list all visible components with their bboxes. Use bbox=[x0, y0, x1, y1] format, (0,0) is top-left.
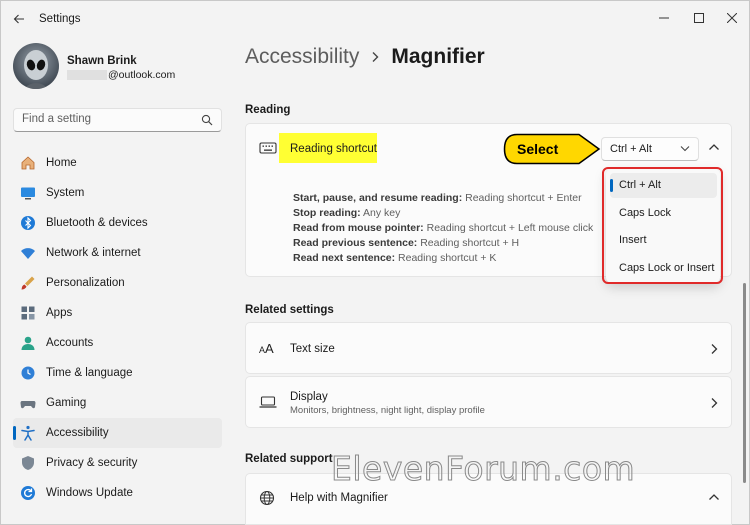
detail-line: Read previous sentence: Reading shortcut… bbox=[293, 237, 520, 249]
detail-line: Stop reading: Any key bbox=[293, 207, 401, 219]
gamepad-icon bbox=[19, 394, 37, 412]
select-callout: Select bbox=[503, 133, 601, 165]
detail-line: Read next sentence: Reading shortcut + K bbox=[293, 252, 497, 264]
close-icon bbox=[727, 13, 737, 23]
watermark: ElevenForum.com bbox=[330, 449, 636, 489]
sidebar-item-personalization[interactable]: Personalization bbox=[13, 268, 222, 298]
sidebar-item-home[interactable]: Home bbox=[13, 148, 222, 178]
sidebar-item-label: Bluetooth & devices bbox=[46, 217, 148, 229]
section-title-reading: Reading bbox=[245, 104, 291, 116]
wifi-icon bbox=[19, 244, 37, 262]
sidebar-nav: Home System Bluetooth & devices Network … bbox=[13, 148, 222, 508]
globe-clock-icon bbox=[19, 364, 37, 382]
globe-icon bbox=[259, 490, 275, 506]
chevron-up-icon[interactable] bbox=[708, 493, 720, 501]
display-card[interactable]: Display Monitors, brightness, night ligh… bbox=[245, 376, 732, 428]
chevron-right-icon bbox=[710, 343, 718, 355]
brush-icon bbox=[19, 274, 37, 292]
dropdown-value: Ctrl + Alt bbox=[610, 143, 652, 155]
menu-highlight-outline bbox=[602, 167, 723, 284]
sidebar-item-gaming[interactable]: Gaming bbox=[13, 388, 222, 418]
back-arrow-icon bbox=[13, 14, 24, 24]
person-icon bbox=[19, 334, 37, 352]
scrollbar[interactable] bbox=[743, 283, 746, 483]
minimize-icon bbox=[659, 17, 669, 19]
page-title: Magnifier bbox=[391, 45, 485, 68]
active-indicator bbox=[13, 426, 16, 440]
sidebar-item-system[interactable]: System bbox=[13, 178, 222, 208]
back-button[interactable] bbox=[9, 9, 29, 29]
update-icon bbox=[19, 484, 37, 502]
sidebar-item-label: System bbox=[46, 187, 85, 199]
maximize-icon bbox=[694, 13, 704, 23]
keyboard-icon bbox=[259, 141, 277, 155]
sidebar-item-accessibility[interactable]: Accessibility bbox=[13, 418, 222, 448]
app-title: Settings bbox=[39, 13, 81, 25]
sidebar-item-label: Windows Update bbox=[46, 487, 133, 499]
sidebar-item-label: Accessibility bbox=[46, 427, 109, 439]
avatar bbox=[13, 43, 59, 89]
chevron-up-icon[interactable] bbox=[708, 143, 720, 151]
bluetooth-icon bbox=[19, 214, 37, 232]
apps-icon bbox=[19, 304, 37, 322]
chevron-down-icon bbox=[680, 146, 690, 152]
breadcrumb: Accessibility Magnifier bbox=[245, 45, 485, 69]
section-title-related-settings: Related settings bbox=[245, 304, 334, 316]
search-box[interactable]: Find a setting bbox=[13, 108, 222, 132]
sidebar-item-label: Personalization bbox=[46, 277, 125, 289]
shield-icon bbox=[19, 454, 37, 472]
sidebar-item-apps[interactable]: Apps bbox=[13, 298, 222, 328]
settings-window: Settings Shawn Brink @outlook.com Find a… bbox=[0, 0, 750, 525]
help-magnifier-label: Help with Magnifier bbox=[290, 492, 388, 504]
sidebar-item-privacy[interactable]: Privacy & security bbox=[13, 448, 222, 478]
home-icon bbox=[19, 154, 37, 172]
chevron-right-icon bbox=[710, 397, 718, 409]
sidebar-item-network[interactable]: Network & internet bbox=[13, 238, 222, 268]
chevron-right-icon bbox=[371, 51, 379, 63]
maximize-button[interactable] bbox=[686, 7, 712, 29]
accessibility-icon bbox=[19, 424, 37, 442]
title-bar: Settings bbox=[1, 1, 750, 37]
search-icon bbox=[201, 114, 213, 126]
sidebar-item-accounts[interactable]: Accounts bbox=[13, 328, 222, 358]
display-description: Monitors, brightness, night light, displ… bbox=[290, 405, 485, 416]
text-size-icon: AA bbox=[259, 341, 277, 355]
sidebar-item-label: Network & internet bbox=[46, 247, 141, 259]
reading-shortcut-dropdown[interactable]: Ctrl + Alt bbox=[601, 137, 699, 161]
sidebar-item-bluetooth[interactable]: Bluetooth & devices bbox=[13, 208, 222, 238]
section-title-related-support: Related support bbox=[245, 453, 333, 465]
sidebar-item-label: Gaming bbox=[46, 397, 87, 409]
sidebar-item-windows-update[interactable]: Windows Update bbox=[13, 478, 222, 508]
reading-shortcut-label: Reading shortcut bbox=[290, 143, 377, 155]
sidebar-item-label: Accounts bbox=[46, 337, 94, 349]
sidebar-item-time-language[interactable]: Time & language bbox=[13, 358, 222, 388]
detail-line: Start, pause, and resume reading: Readin… bbox=[293, 192, 582, 204]
user-profile[interactable]: Shawn Brink @outlook.com bbox=[13, 43, 233, 91]
monitor-icon bbox=[19, 184, 37, 202]
sidebar-item-label: Home bbox=[46, 157, 77, 169]
sidebar-item-label: Privacy & security bbox=[46, 457, 138, 469]
detail-line: Read from mouse pointer: Reading shortcu… bbox=[293, 222, 594, 234]
close-button[interactable] bbox=[719, 7, 745, 29]
search-input[interactable]: Find a setting bbox=[22, 113, 91, 125]
sidebar-item-label: Apps bbox=[46, 307, 73, 319]
svg-text:A: A bbox=[265, 341, 274, 355]
sidebar-item-label: Time & language bbox=[46, 367, 133, 379]
display-label: Display bbox=[290, 391, 328, 403]
text-size-card[interactable]: AA Text size bbox=[245, 322, 732, 374]
user-email: @outlook.com bbox=[108, 69, 176, 81]
user-name: Shawn Brink bbox=[67, 55, 137, 67]
text-size-label: Text size bbox=[290, 343, 335, 355]
minimize-button[interactable] bbox=[651, 7, 677, 29]
email-redaction bbox=[67, 70, 107, 80]
user-email-row: @outlook.com bbox=[67, 69, 175, 81]
breadcrumb-parent[interactable]: Accessibility bbox=[245, 45, 359, 69]
callout-text: Select bbox=[517, 141, 559, 157]
laptop-icon bbox=[259, 395, 277, 409]
